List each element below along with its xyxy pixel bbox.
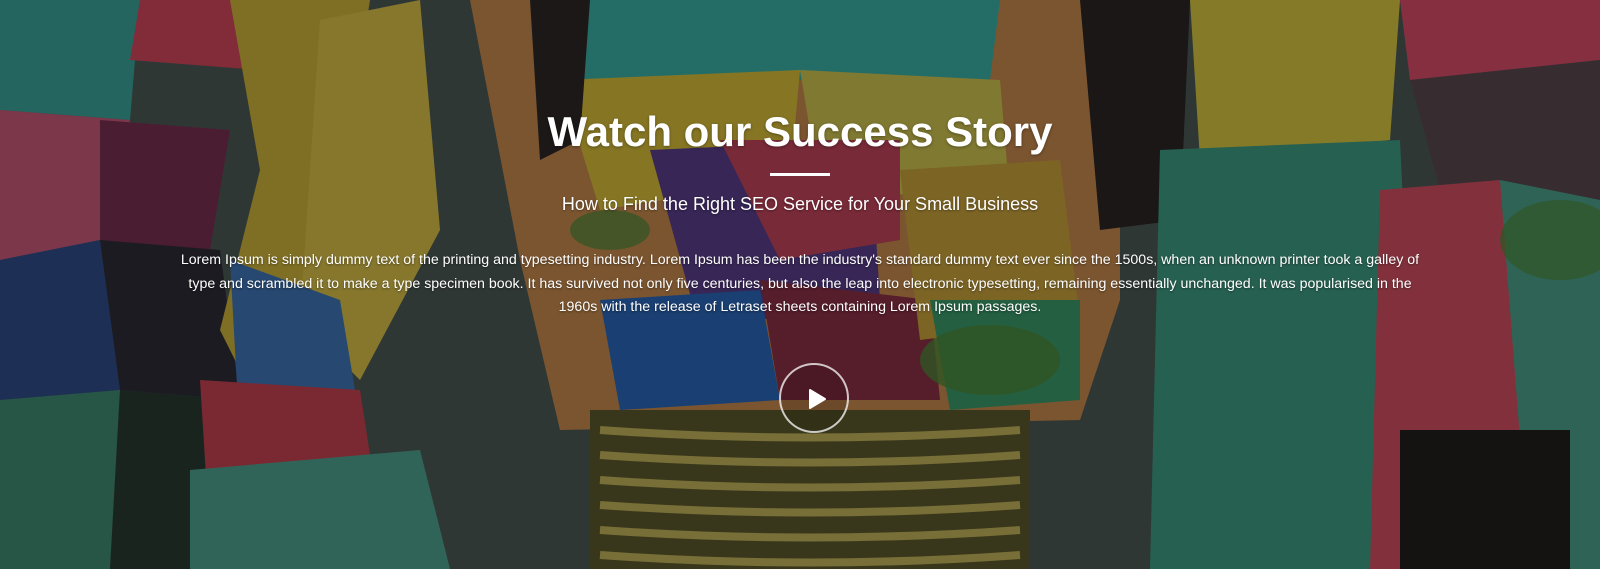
- title-divider: [770, 173, 830, 176]
- play-icon: [809, 389, 826, 409]
- video-hero-section: Watch our Success Story How to Find the …: [0, 0, 1600, 569]
- hero-title: Watch our Success Story: [547, 108, 1053, 155]
- play-video-button[interactable]: [779, 363, 849, 433]
- hero-description: Lorem Ipsum is simply dummy text of the …: [180, 252, 1420, 315]
- hero-subtitle: How to Find the Right SEO Service for Yo…: [561, 194, 1039, 214]
